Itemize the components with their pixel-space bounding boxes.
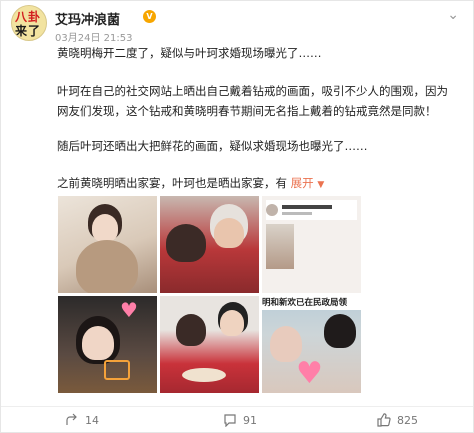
screenshot-thumbnail [266, 224, 294, 269]
post-paragraph-2: 叶珂在自己的社交网站上晒出自己戴着钻戒的画面，吸引不少人的围观，因为网友们发现，… [57, 84, 448, 118]
avatar-text-bottom: 来了 [15, 24, 42, 38]
post-image-3[interactable] [262, 196, 361, 293]
expand-link[interactable]: 展开 [291, 176, 314, 190]
comment-icon [224, 414, 236, 427]
post-image-4[interactable]: ♥ [58, 296, 157, 393]
post-paragraph-3: 随后叶珂还晒出大把鲜花的画面，疑似求婚现场也曝光了…… [57, 139, 368, 153]
vip-badge-icon: V [143, 10, 156, 23]
post-paragraph-4: 之前黄晓明晒出家宴，叶珂也是晒出家宴，有 展开 ▼ [57, 173, 457, 195]
comment-count: 91 [243, 413, 257, 427]
post-paragraph-1: 黄晓明梅开二度了，疑似与叶珂求婚现场曝光了…… [57, 46, 322, 60]
share-count: 14 [85, 413, 99, 427]
thumbs-up-icon [377, 413, 391, 427]
photo-grid: ♥ 明和新欢已在民政局领 ♥ [58, 196, 361, 393]
action-bar-divider [1, 406, 473, 407]
post-image-1[interactable] [58, 196, 157, 293]
post-image-2[interactable] [160, 196, 259, 293]
heart-icon: ♥ [296, 356, 323, 391]
post-image-6[interactable]: 明和新欢已在民政局领 ♥ [262, 296, 361, 393]
author-avatar[interactable]: 八卦 来了 [11, 5, 47, 41]
comment-button[interactable]: 91 [223, 413, 257, 427]
share-icon [66, 413, 77, 425]
heart-icon: ♥ [120, 298, 138, 322]
post-paragraph-4-text: 之前黄晓明晒出家宴，叶珂也是晒出家宴，有 [57, 176, 287, 190]
like-button[interactable]: 825 [377, 413, 418, 427]
more-options-icon[interactable]: ⌄ [447, 7, 459, 23]
author-name[interactable]: 艾玛冲浪菌 [55, 9, 120, 28]
screenshot-header [266, 200, 357, 220]
chevron-down-icon[interactable]: ▼ [317, 180, 324, 190]
post-timestamp[interactable]: 03月24日 21:53 [55, 29, 132, 44]
post-image-5[interactable] [160, 296, 259, 393]
weibo-post-card: 八卦 来了 艾玛冲浪菌 V 03月24日 21:53 ⌄ 黄晓明梅开二度了，疑似… [0, 0, 474, 433]
image-6-banner-text: 明和新欢已在民政局领 [262, 296, 361, 310]
like-count: 825 [397, 413, 418, 427]
share-button[interactable]: 14 [65, 413, 99, 427]
